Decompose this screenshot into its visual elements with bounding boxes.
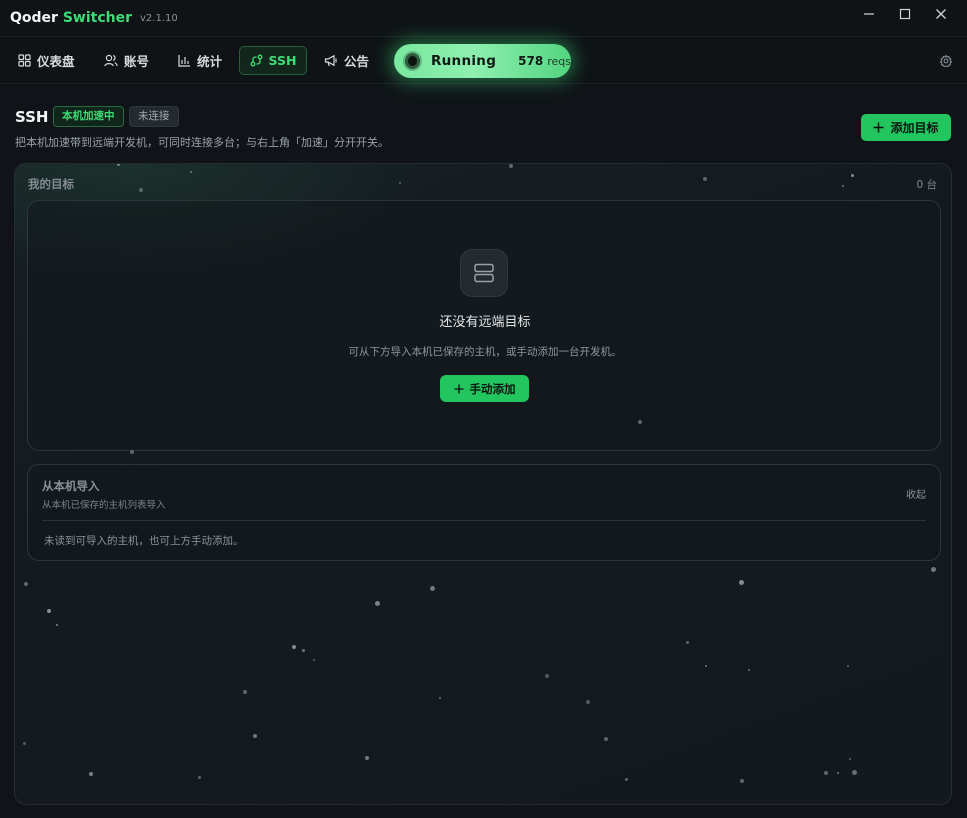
particle <box>586 700 590 704</box>
ssh-route-icon <box>250 54 262 67</box>
particle <box>399 182 401 184</box>
server-icon <box>474 263 494 283</box>
particle <box>604 737 608 741</box>
plus-icon <box>453 383 464 394</box>
app-version: v2.1.10 <box>140 12 178 24</box>
particle <box>365 756 369 760</box>
particle <box>56 624 58 626</box>
app-title-part1: Qoder <box>10 10 58 26</box>
particle <box>638 420 642 424</box>
close-button[interactable] <box>923 0 959 28</box>
connection-status-badge: 未连接 <box>129 106 179 127</box>
settings-button[interactable] <box>939 53 953 72</box>
import-subtitle: 从本机已保存的主机列表导入 <box>42 500 166 511</box>
targets-card: 我的目标 0 台 还没有远端目标 可从下方导入本机已保存的主机，或手动添加一台开… <box>14 163 952 805</box>
particle <box>509 164 513 168</box>
gear-icon <box>939 54 953 68</box>
particle <box>439 697 441 699</box>
particle <box>198 776 201 779</box>
nav-bar: 仪表盘 账号 统计 SSH 公告 Running 578 reqs <box>0 36 967 84</box>
particle <box>851 174 854 177</box>
app-title: Qoder Switcher <box>10 10 132 26</box>
add-target-label: 添加目标 <box>890 121 939 135</box>
particle <box>931 567 936 572</box>
particle <box>748 669 750 671</box>
particle <box>23 742 26 745</box>
particle <box>253 734 257 738</box>
local-accel-badge: 本机加速中 <box>53 106 124 127</box>
particle <box>837 772 839 774</box>
running-status-pill[interactable]: Running 578 reqs <box>394 44 571 78</box>
tab-accounts[interactable]: 账号 <box>96 46 157 75</box>
empty-state-title: 还没有远端目标 <box>439 315 531 330</box>
particle <box>243 690 247 694</box>
request-unit: reqs <box>547 54 571 68</box>
tab-dashboard[interactable]: 仪表盘 <box>10 46 83 75</box>
empty-state-icon-box <box>460 249 508 297</box>
plus-icon <box>873 122 884 133</box>
particle <box>139 188 143 192</box>
minimize-icon <box>864 13 874 15</box>
tab-stats[interactable]: 统计 <box>170 46 230 75</box>
tab-accounts-label: 账号 <box>124 54 150 69</box>
particle <box>852 770 857 775</box>
import-empty-text: 未读到可导入的主机，也可上方手动添加。 <box>44 535 244 547</box>
import-divider <box>42 520 926 521</box>
particle <box>842 185 844 187</box>
particle <box>703 177 707 181</box>
empty-state-description: 可从下方导入本机已保存的主机，或手动添加一台开发机。 <box>348 346 622 358</box>
particle <box>625 778 628 781</box>
particle <box>89 772 93 776</box>
add-target-button[interactable]: 添加目标 <box>861 114 951 141</box>
megaphone-icon <box>324 54 337 67</box>
particle <box>739 580 744 585</box>
request-count: 578 <box>518 54 544 68</box>
tab-stats-label: 统计 <box>197 54 223 69</box>
particle <box>545 674 549 678</box>
import-title: 从本机导入 <box>42 479 100 493</box>
particle <box>847 665 849 667</box>
tab-dashboard-label: 仪表盘 <box>37 54 75 69</box>
particle <box>740 779 744 783</box>
particle <box>47 609 51 613</box>
page-title: SSH <box>15 108 49 126</box>
page-subtitle: 把本机加速带到远端开发机，可同时连接多台；与右上角「加速」分开开关。 <box>15 136 389 149</box>
tab-ssh[interactable]: SSH <box>239 46 307 75</box>
tab-announcements-label: 公告 <box>344 54 370 69</box>
tab-announcements[interactable]: 公告 <box>316 46 377 75</box>
particle <box>849 758 851 760</box>
title-bar: Qoder Switcher v2.1.10 <box>0 0 967 36</box>
particle <box>313 659 315 661</box>
particle <box>190 171 192 173</box>
particle <box>292 645 296 649</box>
particle <box>375 601 380 606</box>
particle <box>117 164 120 166</box>
particle <box>302 649 305 652</box>
bar-chart-icon <box>178 55 190 67</box>
particle <box>430 586 435 591</box>
manual-add-button[interactable]: 手动添加 <box>440 375 529 402</box>
window-controls <box>851 0 959 28</box>
particle <box>705 665 707 667</box>
close-icon <box>936 9 946 19</box>
import-collapse-button[interactable]: 收起 <box>906 486 926 501</box>
running-label: Running <box>430 53 497 69</box>
manual-add-label: 手动添加 <box>469 381 516 396</box>
maximize-button[interactable] <box>887 0 923 28</box>
users-icon <box>104 54 118 67</box>
minimize-button[interactable] <box>851 0 887 28</box>
particle <box>130 450 134 454</box>
particle <box>824 771 828 775</box>
targets-count: 0 台 <box>916 179 937 191</box>
empty-targets-panel: 还没有远端目标 可从下方导入本机已保存的主机，或手动添加一台开发机。 手动添加 <box>27 200 941 454</box>
running-indicator-dot <box>405 53 420 69</box>
particle <box>24 582 28 586</box>
targets-heading: 我的目标 <box>28 177 74 191</box>
particle <box>686 641 689 644</box>
tab-ssh-label: SSH <box>268 53 297 68</box>
app-title-part2: Switcher <box>62 10 133 26</box>
import-panel: 从本机导入 从本机已保存的主机列表导入 收起 未读到可导入的主机，也可上方手动添… <box>27 464 941 561</box>
maximize-icon <box>899 8 911 20</box>
dashboard-grid-icon <box>18 54 31 67</box>
